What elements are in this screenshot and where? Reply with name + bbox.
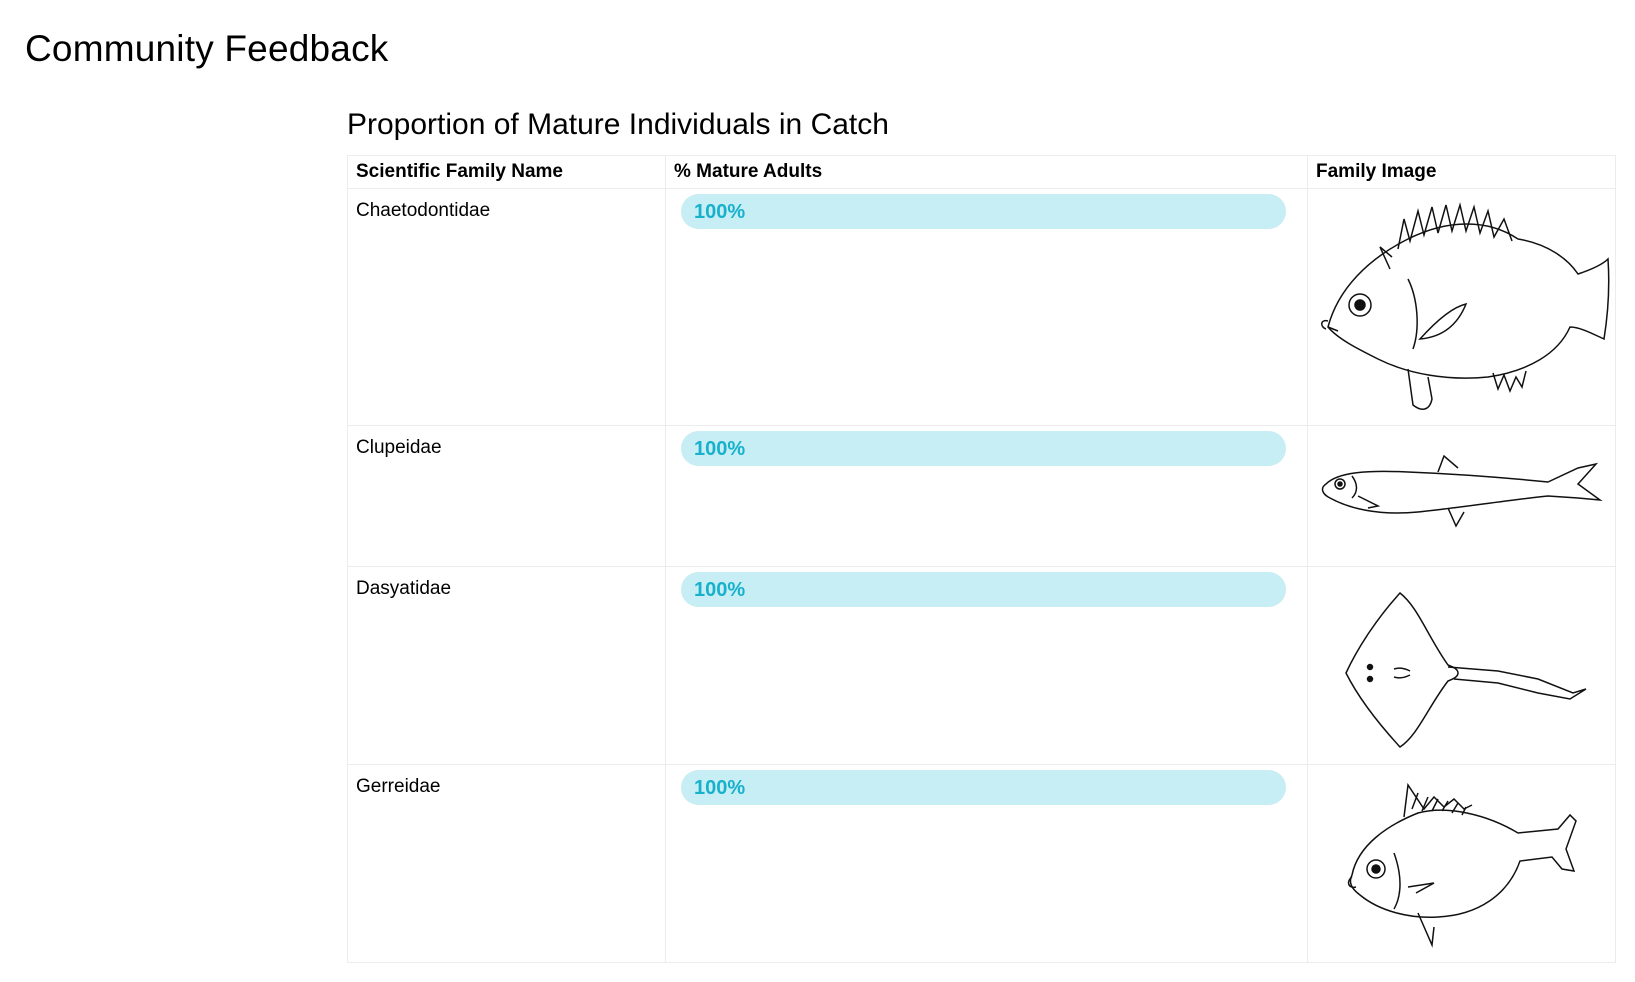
family-image-cell	[1307, 425, 1616, 567]
table-row: Gerreidae 100%	[347, 764, 1616, 963]
family-name-cell: Chaetodontidae	[347, 188, 666, 426]
mature-bar-cell: 100%	[665, 188, 1308, 426]
mature-bar-track: 100%	[681, 770, 1286, 805]
maturity-section: Proportion of Mature Individuals in Catc…	[347, 108, 1616, 963]
mature-bar-fill: 100%	[681, 194, 1286, 229]
table-row: Clupeidae 100%	[347, 425, 1616, 567]
mojarra-drawing-icon	[1347, 782, 1577, 948]
mature-bar-cell: 100%	[665, 566, 1308, 765]
mature-bar-track: 100%	[681, 431, 1286, 466]
butterflyfish-drawing-icon	[1321, 202, 1610, 410]
section-title: Proportion of Mature Individuals in Catc…	[347, 108, 889, 141]
family-image-cell	[1307, 188, 1616, 426]
header-mature-adults: % Mature Adults	[665, 155, 1308, 189]
table-row: Dasyatidae 100%	[347, 566, 1616, 765]
family-name-cell: Dasyatidae	[347, 566, 666, 765]
mature-bar-fill: 100%	[681, 770, 1286, 805]
family-name-cell: Clupeidae	[347, 425, 666, 567]
header-family-image: Family Image	[1307, 155, 1616, 189]
mature-bar-track: 100%	[681, 194, 1286, 229]
page-title: Community Feedback	[25, 28, 389, 69]
mature-bar-cell: 100%	[665, 764, 1308, 963]
maturity-table: Scientific Family Name % Mature Adults F…	[347, 155, 1616, 963]
mature-bar-fill: 100%	[681, 572, 1286, 607]
table-row: Chaetodontidae 100%	[347, 188, 1616, 426]
family-image-cell	[1307, 566, 1616, 765]
family-image-cell	[1307, 764, 1616, 963]
mature-bar-cell: 100%	[665, 425, 1308, 567]
mature-bar-track: 100%	[681, 572, 1286, 607]
table-header-row: Scientific Family Name % Mature Adults F…	[347, 155, 1616, 189]
header-family-name: Scientific Family Name	[347, 155, 666, 189]
stingray-drawing-icon	[1345, 591, 1587, 748]
herring-drawing-icon	[1321, 454, 1603, 528]
family-name-cell: Gerreidae	[347, 764, 666, 963]
mature-bar-fill: 100%	[681, 431, 1286, 466]
